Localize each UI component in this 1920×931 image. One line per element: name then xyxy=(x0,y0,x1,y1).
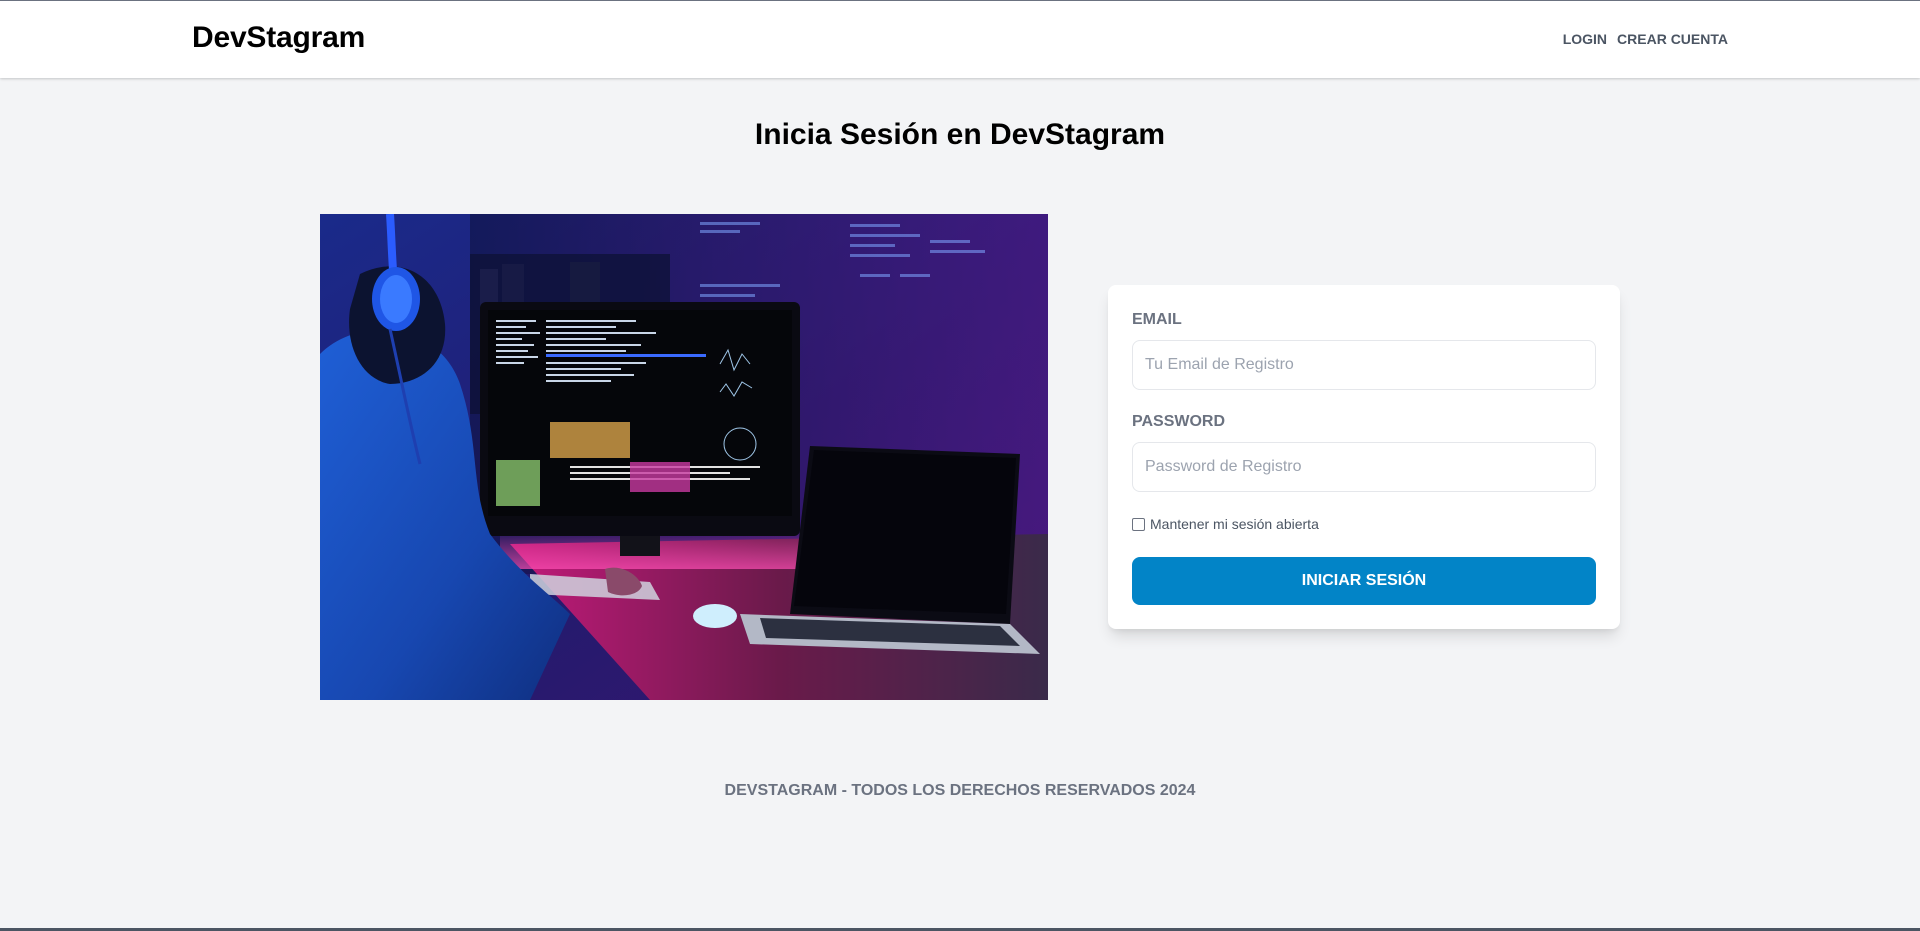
page-title: Inicia Sesión en DevStagram xyxy=(754,118,1166,151)
site-footer: DevStagram - Todos los derechos reservad… xyxy=(724,782,1196,799)
login-submit-button[interactable]: Iniciar Sesión xyxy=(1132,557,1596,605)
remember-me-checkbox[interactable] xyxy=(1132,517,1145,531)
remember-me-row: Mantener mi sesión abierta xyxy=(1132,516,1319,532)
top-nav: Login Crear Cuenta xyxy=(1563,31,1728,47)
site-header: DevStagram Login Crear Cuenta xyxy=(0,0,1920,78)
register-link[interactable]: Crear Cuenta xyxy=(1617,31,1728,47)
hero-image xyxy=(320,214,1048,700)
site-logo[interactable]: DevStagram xyxy=(192,21,365,55)
login-link[interactable]: Login xyxy=(1563,31,1607,47)
email-field[interactable] xyxy=(1132,340,1596,390)
login-card: Email Password Mantener mi sesión abiert… xyxy=(1108,285,1620,629)
password-label: Password xyxy=(1132,413,1226,430)
developer-workspace-illustration xyxy=(320,214,1048,700)
password-field[interactable] xyxy=(1132,442,1596,492)
remember-me-label[interactable]: Mantener mi sesión abierta xyxy=(1150,516,1319,532)
email-label: Email xyxy=(1132,311,1182,328)
